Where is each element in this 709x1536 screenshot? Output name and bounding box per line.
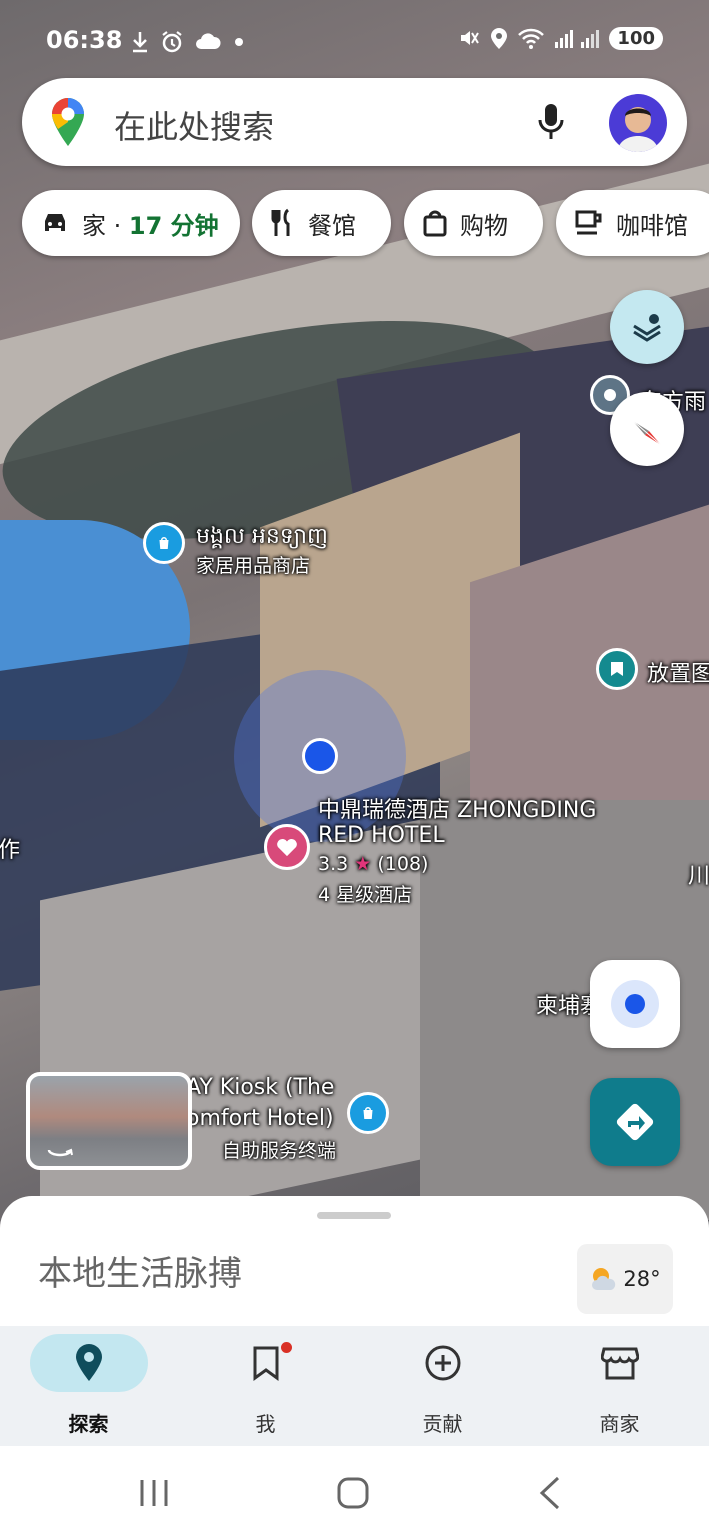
nav-me[interactable]: 我: [177, 1326, 354, 1446]
status-left-icons: [130, 30, 246, 54]
layers-button[interactable]: [610, 290, 684, 364]
back-icon[interactable]: [538, 1476, 562, 1510]
storefront-icon: [600, 1347, 639, 1380]
chip-shopping-label: 购物: [460, 211, 508, 240]
compass-button[interactable]: [610, 392, 684, 466]
compass-icon: [632, 420, 662, 446]
sheet-title: 本地生活脉搏: [38, 1254, 242, 1294]
nav-explore[interactable]: 探索: [0, 1326, 177, 1446]
hotel-name-line1[interactable]: 中鼎瑞德酒店 ZHONGDING: [318, 792, 596, 824]
cloud-icon: [196, 33, 221, 49]
nav-explore-label: 探索: [68, 1412, 109, 1436]
poi-name-bookmark[interactable]: 放置图: [647, 656, 709, 688]
status-right-icons: 100: [457, 26, 663, 50]
edge-label-left: 工作: [0, 838, 21, 863]
alarm-icon: [162, 31, 182, 53]
street-view-thumbnail[interactable]: [26, 1072, 192, 1170]
download-icon: [133, 32, 147, 53]
status-time: 06:38: [46, 26, 123, 54]
nav-business[interactable]: 商家: [531, 1326, 708, 1446]
chip-shopping[interactable]: 购物: [404, 190, 543, 256]
notification-badge: [280, 1342, 292, 1353]
location-icon: [491, 28, 508, 49]
nav-me-indicator: [207, 1334, 325, 1392]
microphone-icon[interactable]: [537, 102, 565, 142]
directions-button[interactable]: [590, 1078, 680, 1166]
bookmark-icon: [253, 1346, 278, 1381]
system-navigation-bar: [0, 1446, 709, 1536]
chip-home-dot: ·: [113, 211, 122, 240]
hotel-rating-row: 3.3 ★ (108): [318, 853, 428, 875]
car-icon: [45, 214, 65, 231]
nav-business-indicator: [561, 1334, 679, 1392]
shopping-pin-icon[interactable]: [143, 522, 185, 564]
dot-icon: [235, 38, 243, 46]
kiosk-name-line1[interactable]: AY Kiosk (The: [186, 1075, 334, 1100]
hotel-rating: 3.3: [318, 853, 349, 875]
chip-home[interactable]: 家 · 17 分钟: [22, 190, 240, 256]
explore-pin-icon: [75, 1344, 102, 1381]
nav-business-label: 商家: [599, 1412, 640, 1436]
partly-cloudy-icon: [592, 1268, 616, 1290]
weather-chip[interactable]: 28°: [577, 1244, 673, 1314]
home-icon[interactable]: [336, 1476, 370, 1510]
kiosk-pin-icon[interactable]: [347, 1092, 389, 1134]
my-location-button[interactable]: [590, 960, 680, 1048]
layers-icon: [633, 314, 661, 342]
chip-restaurants[interactable]: 餐馆: [252, 190, 391, 256]
directions-icon: [616, 1103, 654, 1141]
battery-level: 100: [609, 26, 663, 50]
hotel-name-line2[interactable]: RED HOTEL: [318, 823, 445, 848]
map-view[interactable]: មង្គល អនទ្យាញ 家居用品商店 东方雨 放置图 工作 川 中鼎瑞德酒店…: [0, 0, 709, 1230]
add-circle-icon: [425, 1345, 460, 1381]
chip-cafe[interactable]: 咖啡馆: [556, 190, 709, 256]
saved-place-pin-icon[interactable]: [596, 648, 638, 690]
mute-icon: [461, 31, 480, 45]
poi-name[interactable]: មង្គល អនទ្យាញ: [196, 522, 328, 554]
chip-cafe-label: 咖啡馆: [616, 211, 688, 240]
edge-label-right: 川: [688, 864, 709, 889]
signal-icon: [555, 30, 600, 48]
star-icon: ★: [354, 853, 372, 875]
bottom-sheet[interactable]: 本地生活脉搏 28°: [0, 1196, 709, 1336]
coffee-cup-icon: [575, 210, 602, 235]
search-bar[interactable]: 在此处搜索: [22, 78, 687, 166]
nav-contribute-label: 贡献: [422, 1412, 463, 1436]
nav-explore-indicator: [29, 1334, 148, 1392]
temperature: 28°: [623, 1267, 661, 1291]
chip-home-eta: 17 分钟: [128, 211, 219, 240]
shopping-bag-icon: [423, 210, 447, 237]
restaurant-icon: [271, 208, 290, 236]
chip-restaurants-label: 餐馆: [308, 211, 356, 240]
hotel-category: 4 星级酒店: [318, 884, 413, 906]
sheet-drag-handle[interactable]: [317, 1212, 391, 1219]
poi-category: 家居用品商店: [196, 555, 311, 577]
nav-contribute[interactable]: 贡献: [354, 1326, 531, 1446]
wifi-icon: [518, 28, 545, 49]
avatar[interactable]: [609, 94, 667, 152]
heart-pin-icon[interactable]: [264, 824, 310, 870]
status-bar: 06:38 100: [0, 0, 709, 80]
hotel-reviews: (108): [377, 853, 429, 875]
chip-home-label: 家: [82, 211, 106, 240]
bottom-navigation: 探索 我 贡献 商家: [0, 1326, 709, 1446]
nav-contribute-indicator: [384, 1334, 502, 1392]
google-maps-logo-icon: [52, 98, 84, 146]
rotate-360-icon: [47, 1148, 73, 1157]
nav-me-label: 我: [255, 1412, 276, 1436]
recent-apps-icon[interactable]: [138, 1478, 170, 1508]
search-placeholder[interactable]: 在此处搜索: [114, 102, 274, 148]
my-location-dot: [302, 738, 338, 774]
location-target-icon: [611, 980, 659, 1028]
kiosk-category: 自助服务终端: [222, 1140, 337, 1162]
kiosk-name-line2[interactable]: omfort Hotel): [186, 1106, 334, 1131]
